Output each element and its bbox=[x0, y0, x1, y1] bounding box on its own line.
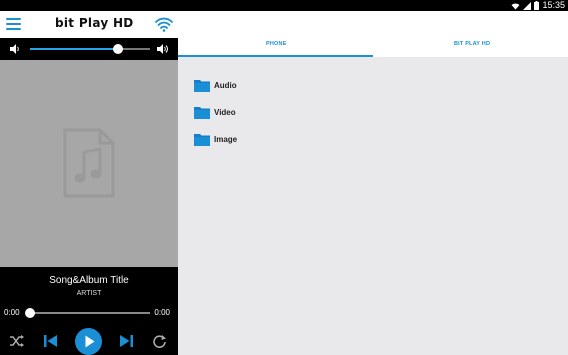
status-bar: 15:35 bbox=[0, 0, 568, 11]
total-time: 0:00 bbox=[154, 308, 170, 317]
play-icon bbox=[85, 335, 95, 348]
player-panel: Song&Album Title ARTIST 0:00 0:00 bbox=[0, 267, 178, 355]
active-tab-indicator bbox=[178, 55, 373, 57]
folder-label: Image bbox=[214, 134, 238, 144]
tab-phone[interactable]: PHONE bbox=[266, 41, 287, 47]
volume-high-icon[interactable] bbox=[156, 43, 169, 55]
folder-list: Audio Video Image bbox=[178, 59, 568, 355]
folder-icon bbox=[194, 79, 210, 92]
folder-image[interactable]: Image bbox=[194, 131, 237, 147]
app-bar: bit Play HD bbox=[0, 11, 178, 38]
song-title: Song&Album Title bbox=[49, 275, 129, 286]
folder-label: Audio bbox=[214, 80, 237, 90]
folder-audio[interactable]: Audio bbox=[194, 77, 237, 93]
status-time: 15:35 bbox=[542, 0, 565, 10]
volume-thumb[interactable] bbox=[112, 44, 123, 54]
next-icon[interactable] bbox=[118, 334, 134, 348]
volume-bar bbox=[0, 38, 178, 60]
menu-icon[interactable] bbox=[6, 17, 22, 31]
status-icons: 15:35 bbox=[511, 0, 565, 11]
signal-icon bbox=[523, 1, 532, 10]
music-file-icon bbox=[63, 128, 115, 198]
tab-bar: PHONE BIT PLAY HD bbox=[178, 11, 568, 57]
current-time: 0:00 bbox=[4, 308, 20, 317]
tab-bit-play-hd[interactable]: BIT PLAY HD bbox=[454, 41, 490, 47]
shuffle-icon[interactable] bbox=[9, 334, 25, 348]
seek-thumb[interactable] bbox=[25, 308, 35, 318]
wifi-icon[interactable] bbox=[155, 16, 173, 32]
battery-icon bbox=[534, 1, 540, 10]
artist-name: ARTIST bbox=[76, 290, 102, 297]
previous-icon[interactable] bbox=[43, 334, 59, 348]
play-button[interactable] bbox=[75, 328, 102, 355]
app-title: bit Play HD bbox=[55, 16, 134, 30]
folder-label: Video bbox=[214, 107, 236, 117]
volume-slider[interactable] bbox=[30, 44, 150, 54]
folder-icon bbox=[194, 133, 210, 146]
folder-icon bbox=[194, 106, 210, 119]
folder-video[interactable]: Video bbox=[194, 104, 236, 120]
wifi-icon bbox=[511, 2, 520, 9]
album-art bbox=[0, 60, 178, 267]
repeat-icon[interactable] bbox=[152, 334, 167, 348]
volume-low-icon[interactable] bbox=[9, 43, 21, 55]
seek-bar[interactable] bbox=[25, 308, 150, 318]
volume-fill bbox=[30, 48, 118, 50]
